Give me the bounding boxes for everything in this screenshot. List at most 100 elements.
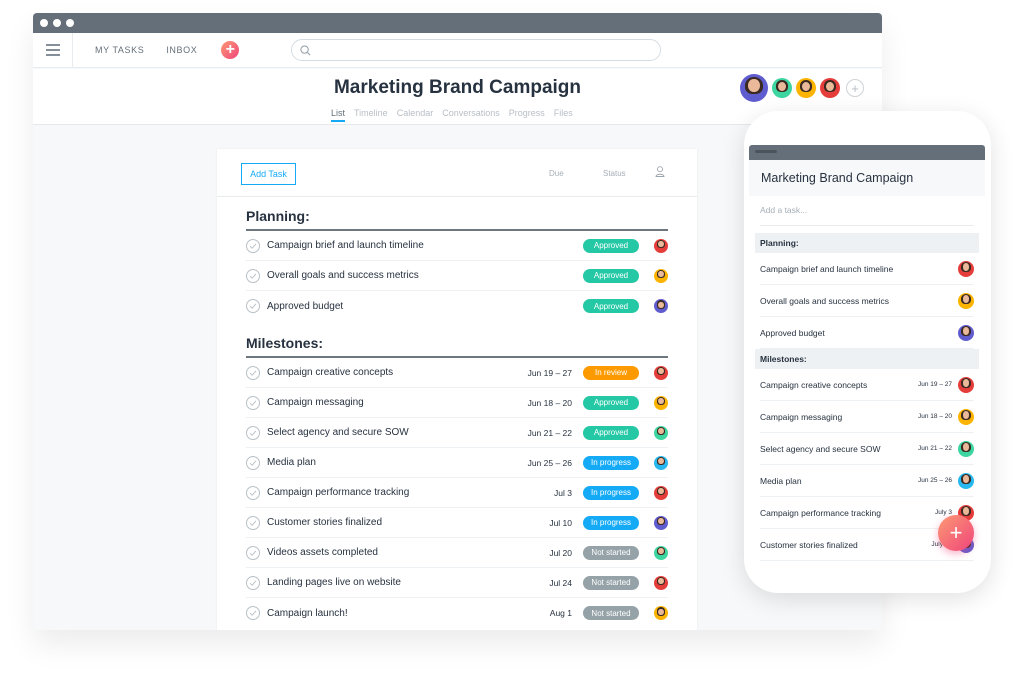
task-row[interactable]: Media plan Jun 25 – 26 In progress bbox=[246, 448, 668, 478]
tab-progress[interactable]: Progress bbox=[509, 108, 545, 122]
complete-checkbox[interactable] bbox=[246, 455, 260, 470]
mobile-task-row[interactable]: Overall goals and success metrics bbox=[760, 285, 974, 317]
task-name[interactable]: Campaign messaging bbox=[760, 412, 918, 422]
nav-my-tasks[interactable]: MY TASKS bbox=[95, 45, 144, 55]
mobile-section-header[interactable]: Milestones: bbox=[755, 349, 979, 369]
assignee-avatar[interactable] bbox=[958, 376, 974, 393]
task-row[interactable]: Campaign messaging Jun 18 – 20 Approved bbox=[246, 388, 668, 418]
assignee-avatar[interactable] bbox=[654, 575, 668, 590]
member-avatar[interactable] bbox=[820, 78, 840, 98]
member-avatar[interactable] bbox=[740, 74, 768, 102]
task-name[interactable]: Select agency and secure SOW bbox=[267, 427, 502, 438]
quick-add-button[interactable]: + bbox=[221, 41, 240, 59]
mobile-task-row[interactable]: Media plan Jun 25 – 26 bbox=[760, 465, 974, 497]
task-name[interactable]: Overall goals and success metrics bbox=[267, 270, 502, 281]
assignee-avatar[interactable] bbox=[958, 324, 974, 341]
search-bar[interactable] bbox=[291, 39, 662, 61]
complete-checkbox[interactable] bbox=[246, 485, 260, 500]
task-name[interactable]: Campaign brief and launch timeline bbox=[267, 240, 502, 251]
status-badge[interactable]: In progress bbox=[583, 485, 639, 500]
status-badge[interactable]: Not started bbox=[583, 606, 639, 620]
complete-checkbox[interactable] bbox=[246, 238, 260, 253]
task-row[interactable]: Campaign performance tracking Jul 3 In pro… bbox=[246, 478, 668, 508]
assignee-avatar[interactable] bbox=[958, 260, 974, 277]
assignee-avatar[interactable] bbox=[654, 515, 668, 530]
status-badge[interactable]: Approved bbox=[583, 299, 639, 313]
task-due-date[interactable]: Jul 24 bbox=[502, 578, 572, 588]
status-badge[interactable]: Approved bbox=[583, 238, 639, 253]
task-row[interactable]: Landing pages live on website Jul 24 Not s… bbox=[246, 568, 668, 598]
status-badge[interactable]: Approved bbox=[583, 395, 639, 410]
task-name[interactable]: Campaign performance tracking bbox=[267, 487, 502, 498]
task-due-date[interactable]: Aug 1 bbox=[502, 608, 572, 618]
task-name[interactable]: Approved budget bbox=[760, 328, 952, 338]
mobile-section-header[interactable]: Planning: bbox=[755, 233, 979, 253]
task-name[interactable]: Campaign brief and launch timeline bbox=[760, 264, 952, 274]
section-title[interactable]: Planning: bbox=[246, 197, 668, 231]
status-badge[interactable]: Not started bbox=[583, 545, 639, 560]
task-due-date[interactable]: Jul 20 bbox=[502, 548, 572, 558]
complete-checkbox[interactable] bbox=[246, 365, 260, 380]
status-badge[interactable]: Not started bbox=[583, 575, 639, 590]
task-name[interactable]: Media plan bbox=[760, 476, 918, 486]
search-input[interactable] bbox=[317, 44, 661, 56]
task-name[interactable]: Campaign creative concepts bbox=[267, 367, 502, 378]
complete-checkbox[interactable] bbox=[246, 606, 260, 620]
column-due[interactable]: Due bbox=[549, 169, 564, 178]
assignee-avatar[interactable] bbox=[958, 440, 974, 457]
tab-conversations[interactable]: Conversations bbox=[442, 108, 500, 122]
assignee-avatar[interactable] bbox=[654, 395, 668, 410]
task-row[interactable]: Campaign brief and launch timeline Approv… bbox=[246, 231, 668, 261]
mobile-task-row[interactable]: Campaign brief and launch timeline bbox=[760, 253, 974, 285]
task-row[interactable]: Overall goals and success metrics Approve… bbox=[246, 261, 668, 291]
mobile-task-row[interactable]: Campaign messaging Jun 18 – 20 bbox=[760, 401, 974, 433]
task-row[interactable]: Customer stories finalized Jul 10 In progr… bbox=[246, 508, 668, 538]
task-row[interactable]: Campaign launch! Aug 1 Not started bbox=[246, 598, 668, 628]
task-name[interactable]: Customer stories finalized bbox=[267, 517, 502, 528]
task-row[interactable]: Approved budget Approved bbox=[246, 291, 668, 321]
task-name[interactable]: Landing pages live on website bbox=[267, 577, 502, 588]
complete-checkbox[interactable] bbox=[246, 425, 260, 440]
complete-checkbox[interactable] bbox=[246, 545, 260, 560]
status-badge[interactable]: In progress bbox=[583, 515, 639, 530]
assignee-avatar[interactable] bbox=[654, 545, 668, 560]
member-avatar[interactable] bbox=[772, 78, 792, 98]
task-name[interactable]: Select agency and secure SOW bbox=[760, 444, 918, 454]
assignee-avatar[interactable] bbox=[654, 268, 668, 283]
task-due-date[interactable]: Jun 25 – 26 bbox=[502, 458, 572, 468]
menu-icon[interactable] bbox=[33, 32, 73, 68]
complete-checkbox[interactable] bbox=[246, 268, 260, 283]
tab-files[interactable]: Files bbox=[554, 108, 573, 122]
assignee-avatar[interactable] bbox=[958, 292, 974, 309]
assignee-avatar[interactable] bbox=[654, 299, 668, 313]
task-due-date[interactable]: Jul 10 bbox=[502, 518, 572, 528]
assignee-avatar[interactable] bbox=[654, 606, 668, 620]
window-close-dot[interactable] bbox=[40, 19, 48, 27]
task-name[interactable]: Campaign performance tracking bbox=[760, 508, 935, 518]
task-name[interactable]: Media plan bbox=[267, 457, 502, 468]
mobile-task-row[interactable]: Campaign creative concepts Jun 19 – 27 bbox=[760, 369, 974, 401]
mobile-task-row[interactable]: Select agency and secure SOW Jun 21 – 22 bbox=[760, 433, 974, 465]
nav-inbox[interactable]: INBOX bbox=[166, 45, 197, 55]
complete-checkbox[interactable] bbox=[246, 515, 260, 530]
task-due-date[interactable]: Jun 19 – 27 bbox=[502, 368, 572, 378]
add-member-button[interactable]: + bbox=[846, 79, 864, 97]
mobile-task-row[interactable]: Approved budget bbox=[760, 317, 974, 349]
task-name[interactable]: Campaign creative concepts bbox=[760, 380, 918, 390]
task-due-date[interactable]: Jun 21 – 22 bbox=[502, 428, 572, 438]
add-task-button[interactable]: Add Task bbox=[241, 163, 296, 185]
status-badge[interactable]: In review bbox=[583, 365, 639, 380]
assignee-avatar[interactable] bbox=[958, 408, 974, 425]
status-badge[interactable]: Approved bbox=[583, 268, 639, 283]
column-status[interactable]: Status bbox=[603, 169, 626, 178]
window-minimize-dot[interactable] bbox=[53, 19, 61, 27]
task-due-date[interactable]: Jun 18 – 20 bbox=[502, 398, 572, 408]
complete-checkbox[interactable] bbox=[246, 575, 260, 590]
window-maximize-dot[interactable] bbox=[66, 19, 74, 27]
status-badge[interactable]: In progress bbox=[583, 455, 639, 470]
task-name[interactable]: Overall goals and success metrics bbox=[760, 296, 952, 306]
mobile-add-fab[interactable]: + bbox=[938, 515, 974, 551]
task-name[interactable]: Approved budget bbox=[267, 301, 502, 312]
task-row[interactable]: Campaign creative concepts Jun 19 – 27 In … bbox=[246, 358, 668, 388]
task-name[interactable]: Campaign launch! bbox=[267, 608, 502, 619]
